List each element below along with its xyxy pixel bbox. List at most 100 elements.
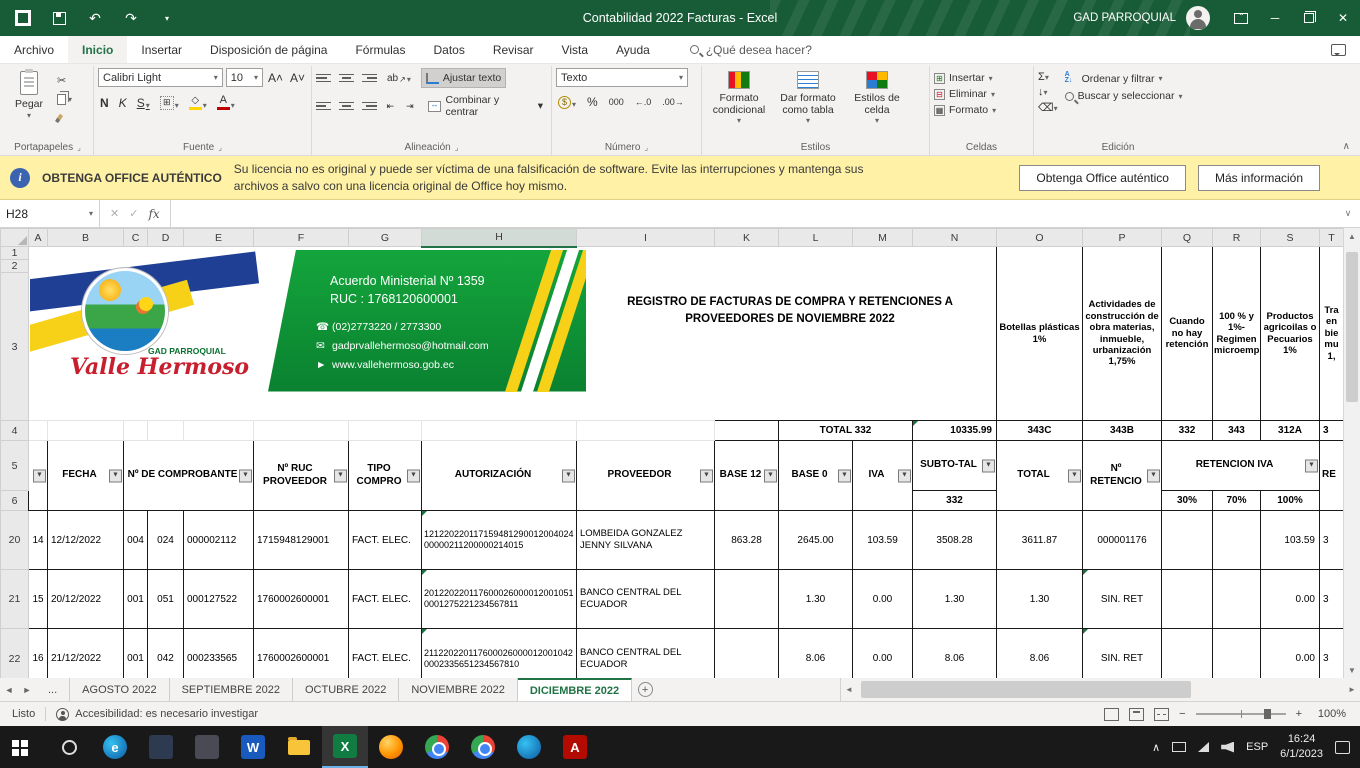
header-subtotal[interactable]: SUBTO-TAL▼ xyxy=(913,441,997,491)
vertical-scrollbar[interactable]: ▲ ▼ xyxy=(1343,228,1360,678)
font-color-button[interactable]: A ▾ xyxy=(215,95,237,110)
tab-inicio[interactable]: Inicio xyxy=(68,36,127,63)
column-header-a[interactable]: A xyxy=(29,229,48,247)
cell[interactable]: FACT. ELEC. xyxy=(349,511,422,570)
header-t[interactable]: RE xyxy=(1320,441,1344,511)
borders-button[interactable]: ⊞▾ xyxy=(158,96,181,110)
cell[interactable] xyxy=(715,421,779,441)
column-header-c[interactable]: C xyxy=(124,229,148,247)
font-size-select[interactable]: 10▾ xyxy=(226,68,263,87)
cell[interactable]: 3 xyxy=(1320,511,1344,570)
cell[interactable] xyxy=(715,570,779,629)
filter-dropdown-icon[interactable]: ▼ xyxy=(562,469,575,482)
total-r-cell[interactable]: 343 xyxy=(1213,421,1261,441)
cell[interactable]: 863.28 xyxy=(715,511,779,570)
column-header-m[interactable]: M xyxy=(853,229,913,247)
cell[interactable]: 1715948129001 xyxy=(254,511,349,570)
sheet-nav-left-icon[interactable]: ◄ xyxy=(0,678,18,701)
scroll-down-icon[interactable]: ▼ xyxy=(1344,662,1360,678)
network-tray-icon[interactable] xyxy=(1198,742,1209,752)
taskbar-excel[interactable]: X xyxy=(322,726,368,768)
cell[interactable]: 8.06 xyxy=(913,629,997,679)
page-layout-view-icon[interactable] xyxy=(1129,708,1144,721)
cell[interactable]: SIN. RET xyxy=(1083,570,1162,629)
cell[interactable]: 21/12/2022 xyxy=(48,629,124,679)
save-icon[interactable] xyxy=(46,5,72,31)
sheet-tab-noviembre[interactable]: NOVIEMBRE 2022 xyxy=(399,678,518,701)
cell[interactable]: 051 xyxy=(148,570,184,629)
copy-button[interactable]: ▾ xyxy=(55,91,74,107)
cell[interactable] xyxy=(1213,511,1261,570)
header-70[interactable]: 70% xyxy=(1213,491,1261,511)
header-iva[interactable]: IVA▼ xyxy=(853,441,913,511)
volume-tray-icon[interactable] xyxy=(1221,742,1234,753)
header-proveedor[interactable]: PROVEEDOR▼ xyxy=(577,441,715,511)
format-as-table-button[interactable]: Dar formato como tabla ▾ xyxy=(775,68,841,125)
tab-archivo[interactable]: Archivo xyxy=(0,36,68,63)
more-info-button[interactable]: Más información xyxy=(1198,165,1320,191)
tab-revisar[interactable]: Revisar xyxy=(479,36,548,63)
filter-dropdown-icon[interactable]: ▼ xyxy=(898,469,911,482)
sort-filter-button[interactable]: AZ↓ Ordenar y filtrar ▾ xyxy=(1065,72,1183,85)
comments-icon[interactable] xyxy=(1331,44,1346,56)
cell[interactable]: 1212202201171594812900120040240000021120… xyxy=(422,511,577,570)
column-header-o[interactable]: O xyxy=(997,229,1083,247)
tab-disposicion[interactable]: Disposición de página xyxy=(196,36,341,63)
column-header-e[interactable]: E xyxy=(184,229,254,247)
zoom-level[interactable]: 100% xyxy=(1312,708,1346,720)
cell[interactable]: 1.30 xyxy=(913,570,997,629)
increase-font-button[interactable]: A˄ xyxy=(266,71,285,85)
decrease-indent-icon[interactable]: ⇤ xyxy=(385,101,397,112)
cell[interactable]: 001 xyxy=(124,570,148,629)
insert-function-icon[interactable]: fx xyxy=(148,207,159,221)
decrease-font-button[interactable]: A˅ xyxy=(288,71,307,85)
zoom-out-icon[interactable]: − xyxy=(1179,708,1185,720)
restore-button[interactable] xyxy=(1292,0,1326,36)
dialog-launcher-icon[interactable]: ⌟ xyxy=(77,143,81,152)
account-name[interactable]: GAD PARROQUIAL xyxy=(1073,12,1176,24)
expand-formula-bar-icon[interactable]: ∨ xyxy=(1336,200,1360,227)
zoom-slider-thumb[interactable] xyxy=(1264,709,1271,719)
cell[interactable]: 15 xyxy=(29,570,48,629)
sheet-tab-diciembre[interactable]: DICIEMBRE 2022 xyxy=(518,678,632,701)
sheet-nav-right-icon[interactable]: ► xyxy=(18,678,36,701)
total-s-cell[interactable]: 312A xyxy=(1261,421,1320,441)
header-ruc[interactable]: Nº RUC PROVEEDOR▼ xyxy=(254,441,349,511)
dialog-launcher-icon[interactable]: ⌟ xyxy=(218,143,222,152)
new-sheet-button[interactable]: + xyxy=(632,678,658,701)
language-indicator[interactable]: ESP xyxy=(1246,741,1268,753)
filter-dropdown-icon[interactable]: ▼ xyxy=(1068,469,1081,482)
row-header-21[interactable]: 21 xyxy=(1,570,29,629)
filter-dropdown-icon[interactable]: ▼ xyxy=(1147,469,1160,482)
header-a[interactable]: ▼ xyxy=(29,441,48,511)
fill-button[interactable]: ↓▾ xyxy=(1038,86,1058,98)
cell[interactable] xyxy=(1162,629,1213,679)
cell[interactable]: 8.06 xyxy=(997,629,1083,679)
total-label-cell[interactable]: TOTAL 332 xyxy=(779,421,913,441)
orientation-button[interactable]: ab↗▾ xyxy=(385,73,413,84)
display-tray-icon[interactable] xyxy=(1172,742,1186,752)
header-base0[interactable]: BASE 0▼ xyxy=(779,441,853,511)
sheet-tab-agosto[interactable]: AGOSTO 2022 xyxy=(70,678,169,701)
cell[interactable]: LOMBEIDA GONZALEZ JENNY SILVANA xyxy=(577,511,715,570)
sheet-tab-overflow[interactable]: ... xyxy=(36,678,70,701)
align-left-icon[interactable] xyxy=(316,100,331,112)
column-header-k[interactable]: K xyxy=(715,229,779,247)
filter-dropdown-icon[interactable]: ▼ xyxy=(239,469,252,482)
cell[interactable] xyxy=(184,421,254,441)
cell[interactable]: 1760002600001 xyxy=(254,570,349,629)
taskbar-app-1[interactable] xyxy=(138,726,184,768)
cell[interactable]: 000233565 xyxy=(184,629,254,679)
filter-dropdown-icon[interactable]: ▼ xyxy=(838,469,851,482)
scroll-left-icon[interactable]: ◄ xyxy=(841,685,857,694)
taskbar-chrome-2[interactable] xyxy=(460,726,506,768)
cell[interactable]: 0.00 xyxy=(1261,629,1320,679)
header-tipo[interactable]: TIPO COMPRO▼ xyxy=(349,441,422,511)
paste-button[interactable]: Pegar ▾ xyxy=(6,68,52,120)
taskbar-chrome[interactable] xyxy=(414,726,460,768)
scroll-right-icon[interactable]: ► xyxy=(1344,685,1360,694)
header-30[interactable]: 30% xyxy=(1162,491,1213,511)
autosum-button[interactable]: Σ▾ xyxy=(1038,71,1058,83)
dialog-launcher-icon[interactable]: ⌟ xyxy=(455,143,459,152)
total-t-cell[interactable]: 3 xyxy=(1320,421,1344,441)
